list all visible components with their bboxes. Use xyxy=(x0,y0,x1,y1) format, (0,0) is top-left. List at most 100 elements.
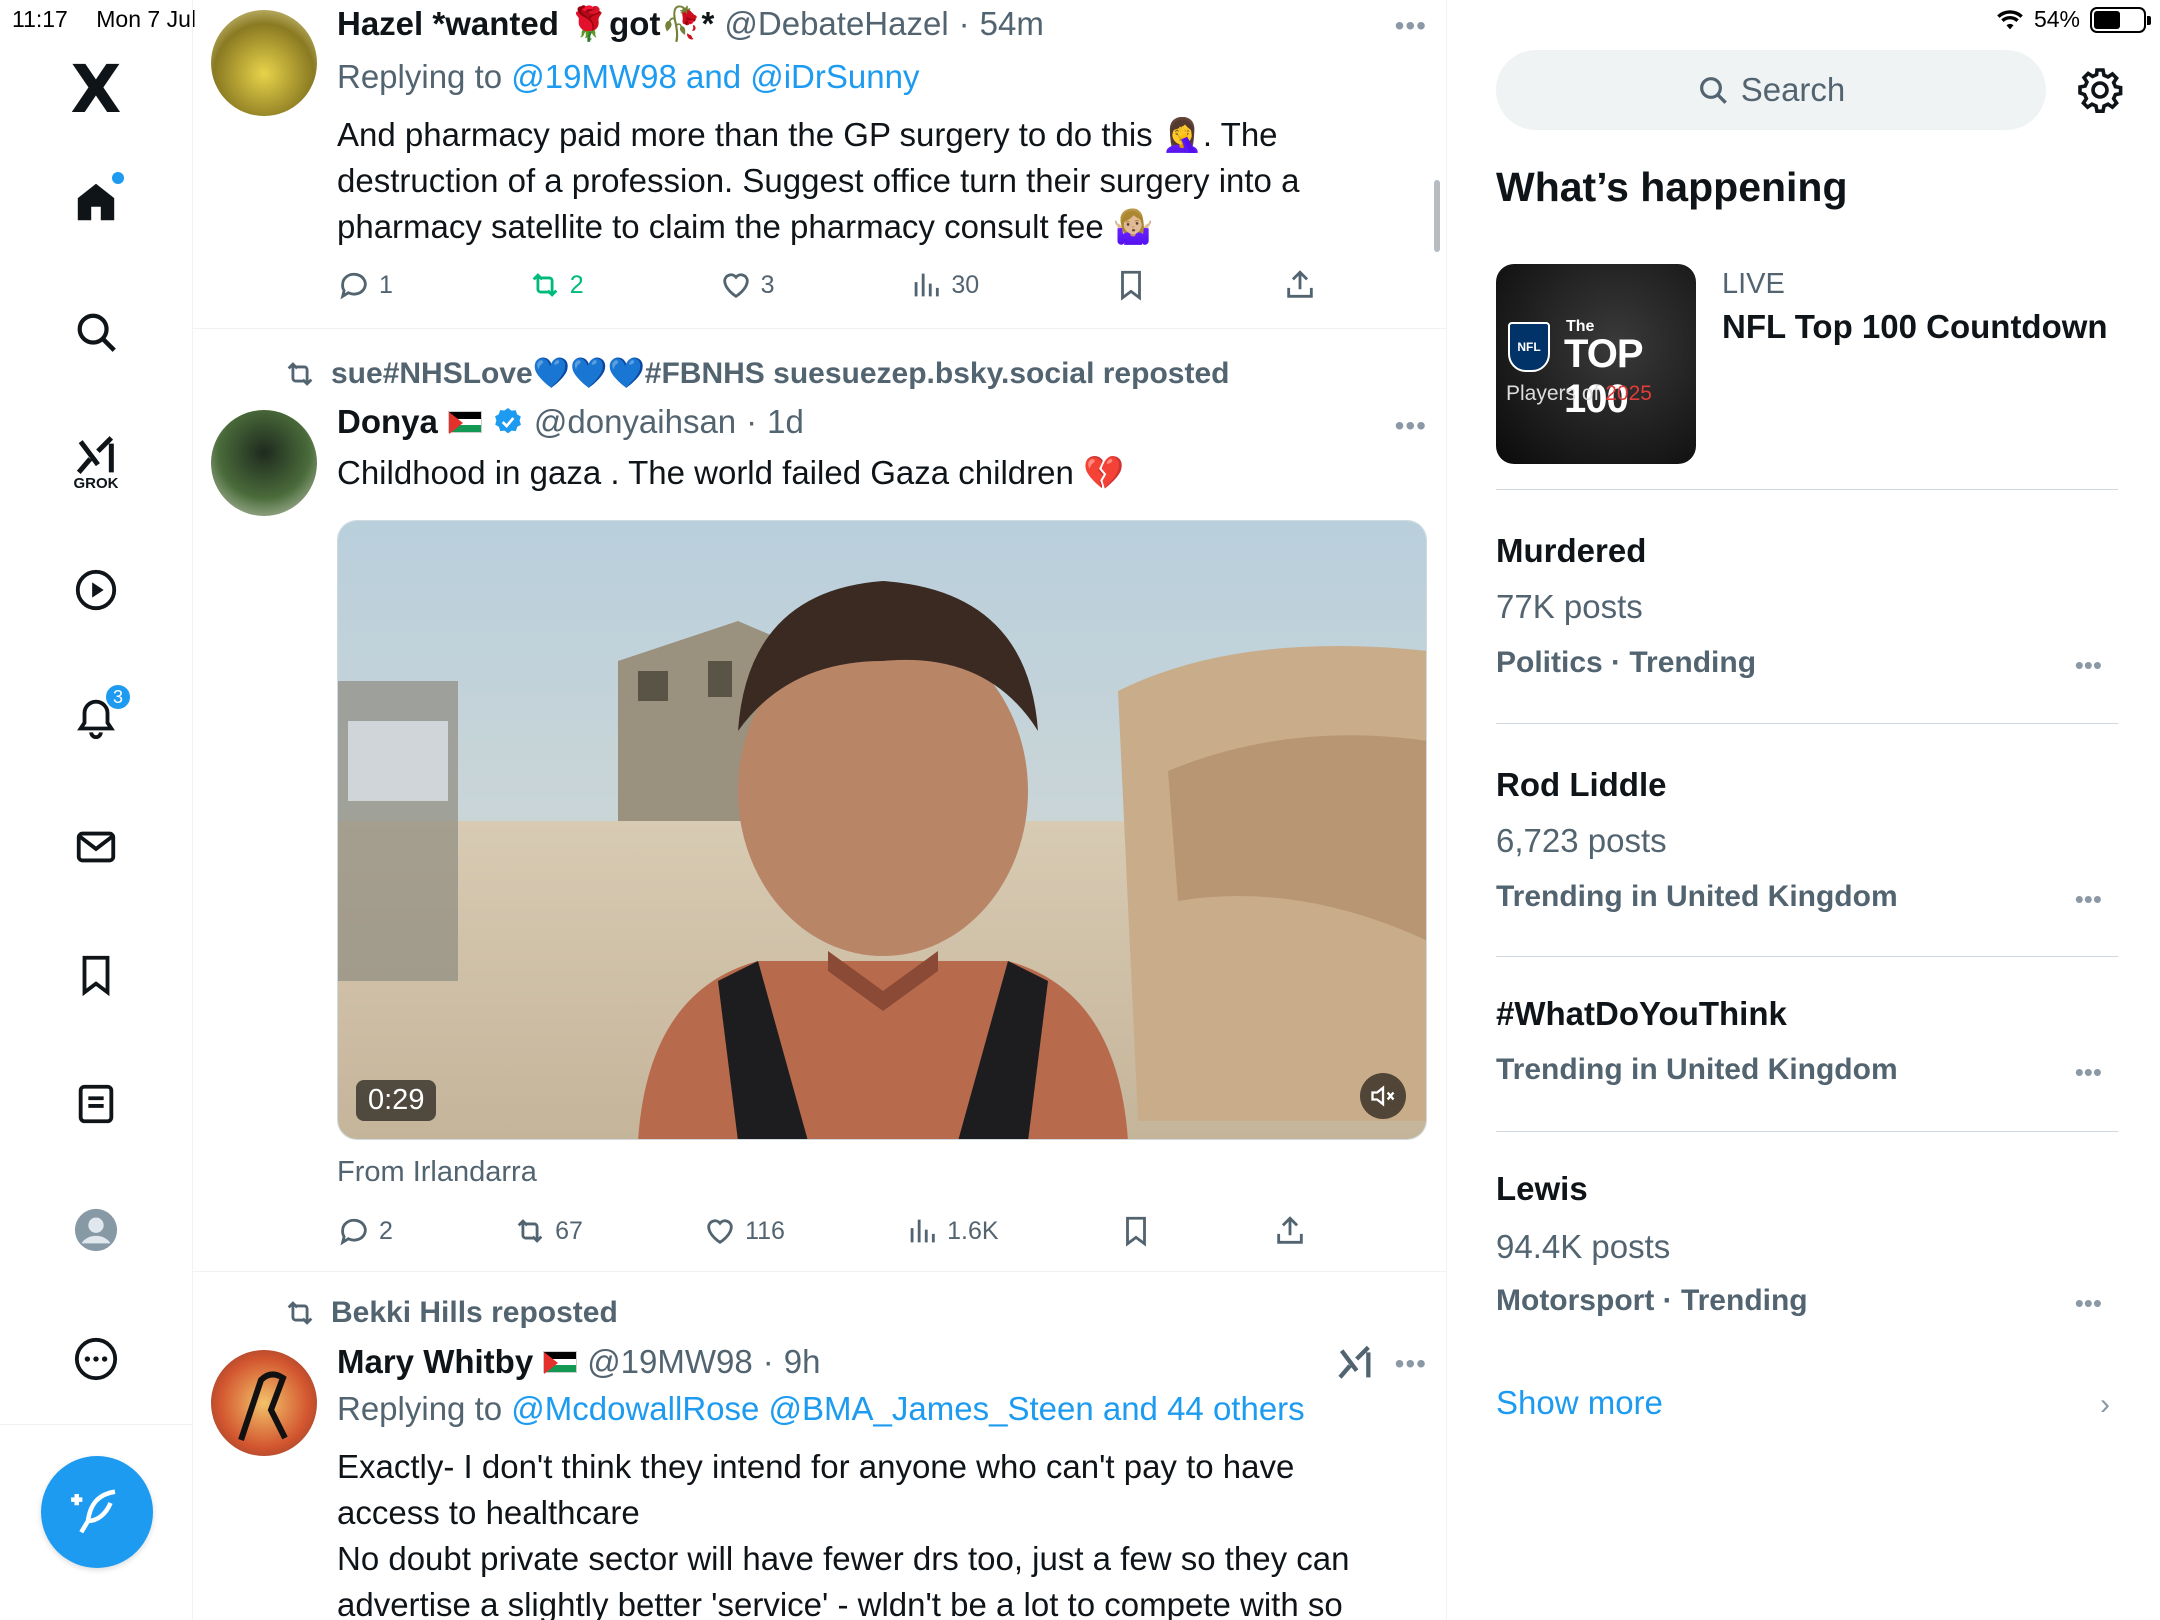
feature-title: NFL Top 100 Countdown xyxy=(1722,308,2108,345)
video-player[interactable]: 0:29 xyxy=(337,520,1427,1140)
grok-icon[interactable] xyxy=(1335,1344,1375,1384)
search-icon xyxy=(77,313,116,352)
nav-notifications[interactable]: 3 xyxy=(64,683,132,749)
thumb-players: Players of xyxy=(1506,382,1606,405)
nav-explore[interactable] xyxy=(64,300,128,364)
nav-grok[interactable]: GROK xyxy=(64,425,128,492)
tweet-time[interactable]: 54m xyxy=(980,4,1044,44)
avatar[interactable] xyxy=(211,1350,317,1456)
nav-messages[interactable] xyxy=(64,815,128,879)
like-count: 116 xyxy=(745,1216,785,1245)
bookmark-button[interactable] xyxy=(1119,1214,1153,1248)
reply-icon xyxy=(340,1218,367,1246)
tweet[interactable]: sue#NHSLove💙💙💙#FBNHS suesuezep.bsky.soci… xyxy=(193,330,1446,1272)
avatar[interactable] xyxy=(211,10,317,116)
more-options-icon[interactable]: ••• xyxy=(2075,1288,2102,1319)
tweet-time[interactable]: 9h xyxy=(784,1342,821,1382)
more-options-icon[interactable]: ••• xyxy=(2075,884,2102,915)
search-input[interactable]: Search xyxy=(1496,50,2046,130)
author-handle[interactable]: @donyaihsan xyxy=(534,402,736,442)
like-count: 3 xyxy=(760,270,775,299)
show-more-link[interactable]: Show more xyxy=(1496,1384,1663,1422)
more-options-icon[interactable]: ••• xyxy=(1395,1348,1427,1380)
separator-dot: · xyxy=(958,5,970,42)
replying-to-users[interactable]: @McdowallRose @BMA_James_Steen and 44 ot… xyxy=(511,1390,1304,1427)
settings-gear-icon[interactable] xyxy=(2076,66,2124,114)
trend-item[interactable]: Murdered 77K posts Politics · Trending •… xyxy=(1496,490,2118,724)
nav-video[interactable] xyxy=(64,558,128,622)
tweet-actions: 1 2 3 30 xyxy=(337,268,1317,302)
view-count: 1.6K xyxy=(947,1216,999,1245)
notifications-badge: 3 xyxy=(104,683,132,711)
search-icon xyxy=(1699,77,1727,104)
views-button[interactable]: 30 xyxy=(909,268,979,302)
mute-button[interactable] xyxy=(1360,1073,1406,1119)
repost-icon xyxy=(517,1219,543,1243)
reply-button[interactable]: 2 xyxy=(337,1214,393,1248)
author-handle[interactable]: @DebateHazel xyxy=(724,4,948,44)
more-options-icon[interactable]: ••• xyxy=(1395,10,1427,42)
views-button[interactable]: 1.6K xyxy=(905,1214,999,1248)
bookmark-icon xyxy=(1125,1216,1146,1247)
author-name[interactable]: Donya xyxy=(337,402,438,442)
avatar[interactable] xyxy=(211,410,317,516)
thumb-players-line: Players of 2025 xyxy=(1506,382,1652,406)
reposted-by[interactable]: Bekki Hills reposted xyxy=(283,1296,618,1330)
repost-icon xyxy=(287,1301,313,1325)
share-icon xyxy=(1277,1216,1303,1244)
share-icon xyxy=(1287,270,1313,298)
list-icon xyxy=(78,1084,114,1124)
trend-item[interactable]: Lewis 94.4K posts Motorsport · Trending … xyxy=(1496,1132,2118,1366)
x-logo-icon[interactable]: X xyxy=(64,57,128,123)
repost-button[interactable]: 2 xyxy=(528,268,584,302)
trend-posts: 77K posts xyxy=(1496,588,1643,625)
video-source[interactable]: From Irlandarra xyxy=(337,1156,537,1189)
trend-item[interactable]: #WhatDoYouThink Trending in United Kingd… xyxy=(1496,957,2118,1132)
replying-to-users[interactable]: @19MW98 and @iDrSunny xyxy=(511,58,919,95)
compose-button[interactable] xyxy=(41,1456,153,1568)
like-button[interactable]: 116 xyxy=(703,1214,785,1248)
mail-icon xyxy=(76,831,116,863)
tweet[interactable]: Hazel *wanted 🌹got🥀* @DebateHazel · 54m … xyxy=(193,0,1446,329)
like-button[interactable]: 3 xyxy=(719,268,775,302)
tweet[interactable]: Bekki Hills reposted Mary Whitby @19MW98… xyxy=(193,1272,1446,1620)
more-options-icon[interactable]: ••• xyxy=(1395,410,1427,442)
author-name[interactable]: Mary Whitby xyxy=(337,1342,533,1382)
nav-more[interactable] xyxy=(64,1327,128,1391)
compose-feather-icon xyxy=(71,1489,116,1534)
nav-lists[interactable] xyxy=(64,1072,128,1136)
heart-icon xyxy=(707,1219,733,1245)
more-options-icon[interactable]: ••• xyxy=(2075,1057,2102,1088)
palestine-flag-icon xyxy=(543,1351,578,1374)
grok-icon xyxy=(76,436,114,474)
trend-title: #WhatDoYouThink xyxy=(1496,995,1787,1032)
bookmark-icon xyxy=(1121,270,1142,301)
verified-badge-icon[interactable] xyxy=(492,406,524,438)
tweet-time[interactable]: 1d xyxy=(767,402,804,442)
bookmark-button[interactable] xyxy=(1114,268,1148,302)
nav-bookmarks[interactable] xyxy=(64,943,128,1007)
thumb-top100: TOP 100 xyxy=(1564,332,1643,421)
share-button[interactable] xyxy=(1273,1214,1307,1248)
trend-title: Lewis xyxy=(1496,1170,1588,1207)
reply-count: 2 xyxy=(379,1216,393,1245)
reply-button[interactable]: 1 xyxy=(337,268,393,302)
more-options-icon[interactable]: ••• xyxy=(2075,650,2102,681)
share-button[interactable] xyxy=(1283,268,1317,302)
new-posts-dot xyxy=(112,172,124,184)
reposted-by[interactable]: sue#NHSLove💙💙💙#FBNHS suesuezep.bsky.soci… xyxy=(283,356,1229,391)
author-handle[interactable]: @19MW98 xyxy=(587,1342,753,1382)
trend-item[interactable]: Rod Liddle 6,723 posts Trending in Unite… xyxy=(1496,724,2118,957)
trend-feature-card[interactable]: NFL The TOP 100 Players of 2025 LIVE NFL… xyxy=(1496,264,2118,490)
tweet-header: Donya @donyaihsan · 1d xyxy=(337,402,1427,442)
repost-button[interactable]: 67 xyxy=(513,1214,583,1248)
nav-profile[interactable] xyxy=(64,1198,128,1262)
chevron-right-icon[interactable]: › xyxy=(2100,1388,2110,1422)
search-placeholder: Search xyxy=(1740,71,1846,108)
trend-title: Murdered xyxy=(1496,532,1647,569)
trend-context: Motorsport · Trending xyxy=(1496,1284,1808,1317)
palestine-flag-icon xyxy=(447,411,482,434)
author-name[interactable]: Hazel *wanted 🌹got🥀* xyxy=(337,4,714,44)
reply-count: 1 xyxy=(379,270,393,299)
nav-home[interactable] xyxy=(64,170,128,234)
